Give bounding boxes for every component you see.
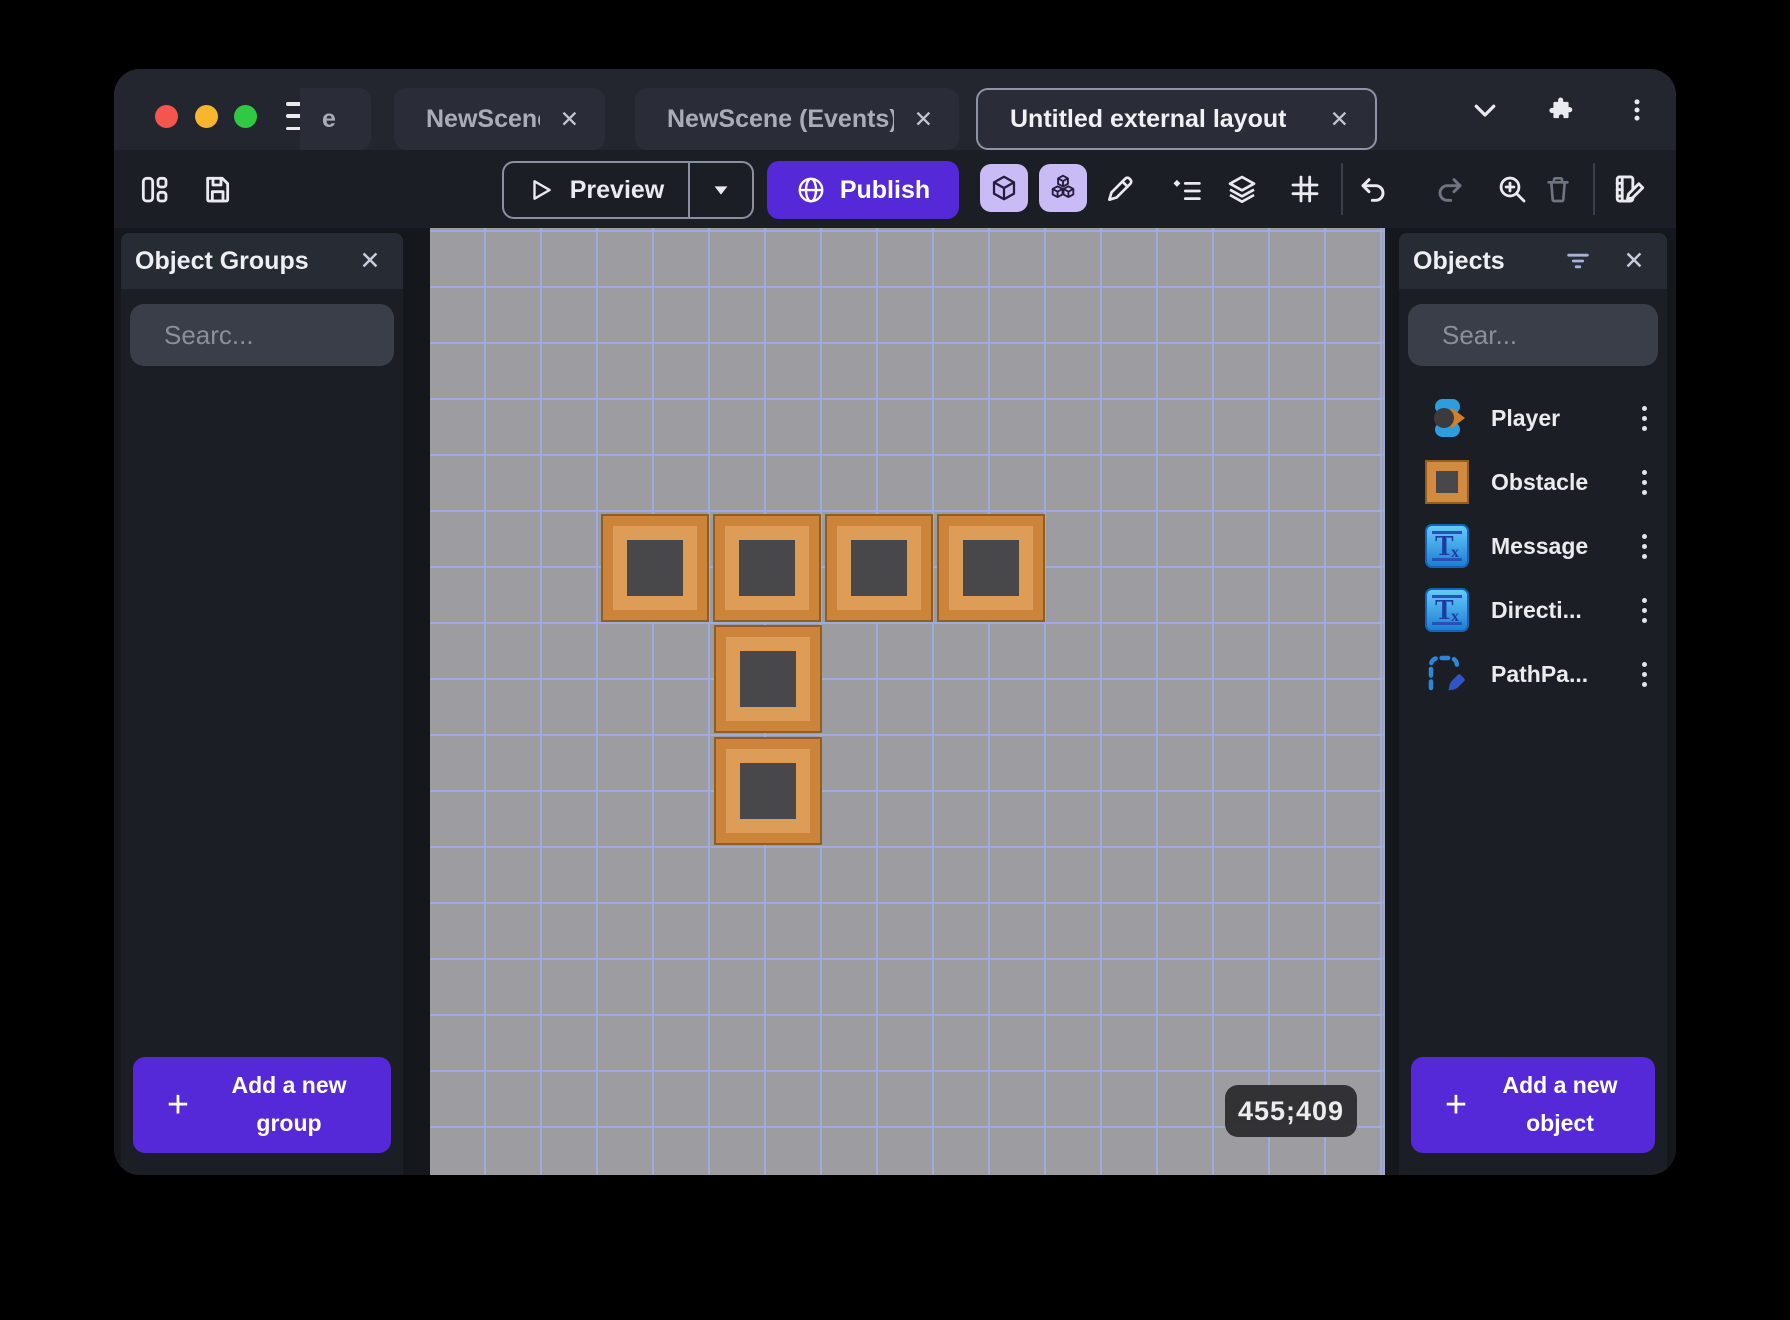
close-icon[interactable]: ✕ bbox=[1310, 106, 1375, 133]
instances-list-icon[interactable] bbox=[1169, 172, 1203, 206]
trash-icon[interactable] bbox=[1541, 172, 1575, 206]
object-name: Obstacle bbox=[1491, 468, 1589, 495]
objects-panel: Objects ✕ Player bbox=[1399, 233, 1667, 1175]
publish-button[interactable]: Publish bbox=[767, 161, 959, 219]
tab-untitled-external-layout[interactable]: Untitled external layout ✕ bbox=[976, 88, 1377, 150]
close-icon[interactable]: ✕ bbox=[540, 106, 605, 133]
text-object-icon: Tx bbox=[1425, 588, 1469, 632]
app-window: e NewScene ✕ NewScene (Events) ✕ Untitle… bbox=[114, 69, 1676, 1175]
cursor-coordinates-badge: 455;409 bbox=[1225, 1085, 1357, 1137]
plus-icon: + bbox=[1444, 1083, 1468, 1126]
cube-3d-icon bbox=[992, 175, 1016, 201]
object-groups-search[interactable] bbox=[130, 304, 403, 366]
redo-icon[interactable] bbox=[1433, 172, 1467, 206]
tab-newscene[interactable]: NewScene ✕ bbox=[394, 88, 605, 150]
canvas[interactable]: 455;409 bbox=[430, 228, 1385, 1175]
obstacle-icon bbox=[1425, 460, 1469, 504]
object-row-pathpaint[interactable]: PathPa... bbox=[1399, 642, 1667, 706]
more-menu-icon[interactable] bbox=[1620, 93, 1654, 127]
preview-dropdown-button[interactable] bbox=[690, 163, 752, 217]
object-menu-icon[interactable] bbox=[1636, 400, 1653, 437]
workspace: Object Groups ✕ + Add a new group 455;40… bbox=[114, 228, 1676, 1175]
object-row-message[interactable]: Tx Message bbox=[1399, 514, 1667, 578]
undo-icon[interactable] bbox=[1356, 172, 1390, 206]
instances-editor-button[interactable] bbox=[1039, 164, 1087, 212]
window-close-button[interactable] bbox=[155, 105, 178, 128]
objects-search[interactable] bbox=[1408, 304, 1667, 366]
tab-label: e bbox=[322, 104, 336, 133]
object-name: PathPa... bbox=[1491, 660, 1589, 687]
path-paint-icon bbox=[1425, 652, 1469, 696]
object-groups-panel: Object Groups ✕ + Add a new group bbox=[121, 233, 403, 1175]
add-object-label: Add a new object bbox=[1502, 1072, 1618, 1137]
save-icon[interactable] bbox=[200, 172, 234, 206]
filter-icon[interactable] bbox=[1563, 246, 1593, 276]
titlebar: e NewScene ✕ NewScene (Events) ✕ Untitle… bbox=[114, 69, 1676, 150]
objects-list: Player Obstacle Tx Message T x Directi..… bbox=[1399, 386, 1667, 706]
globe-icon bbox=[798, 177, 824, 203]
text-object-icon: Tx bbox=[1425, 524, 1469, 568]
tab-label: Untitled external layout bbox=[1010, 104, 1287, 133]
object-row-obstacle[interactable]: Obstacle bbox=[1399, 450, 1667, 514]
panels-layout-icon[interactable] bbox=[137, 172, 171, 206]
edit-scene-events-icon[interactable] bbox=[1613, 172, 1647, 206]
layers-icon[interactable] bbox=[1225, 172, 1259, 206]
panel-title: Object Groups bbox=[135, 246, 309, 275]
object-groups-header: Object Groups ✕ bbox=[121, 233, 403, 289]
object-menu-icon[interactable] bbox=[1636, 592, 1653, 629]
close-icon[interactable]: ✕ bbox=[1619, 246, 1649, 276]
svg-text:x: x bbox=[1451, 608, 1459, 625]
object-name: Player bbox=[1491, 404, 1561, 431]
obstacle-instance[interactable] bbox=[825, 514, 933, 622]
obstacle-instance[interactable] bbox=[714, 625, 822, 733]
preview-label: Preview bbox=[569, 175, 665, 204]
panel-title: Objects bbox=[1413, 246, 1505, 275]
publish-label: Publish bbox=[839, 175, 931, 204]
window-zoom-button[interactable] bbox=[234, 105, 257, 128]
object-name: Directi... bbox=[1491, 596, 1582, 623]
object-menu-icon[interactable] bbox=[1636, 464, 1653, 501]
extensions-puzzle-icon[interactable] bbox=[1544, 93, 1578, 127]
close-icon[interactable]: ✕ bbox=[894, 106, 959, 133]
plus-icon: + bbox=[166, 1083, 190, 1126]
object-row-player[interactable]: Player bbox=[1399, 386, 1667, 450]
obstacle-instance[interactable] bbox=[937, 514, 1045, 622]
divider bbox=[1341, 163, 1343, 215]
toolbar: Preview Publish bbox=[114, 150, 1676, 228]
player-icon bbox=[1425, 396, 1469, 440]
play-icon bbox=[533, 180, 551, 200]
obstacle-instance[interactable] bbox=[601, 514, 709, 622]
add-group-button[interactable]: + Add a new group bbox=[133, 1057, 391, 1153]
obstacle-instance[interactable] bbox=[714, 737, 822, 845]
cubes-icon bbox=[1051, 174, 1075, 199]
zoom-in-icon[interactable] bbox=[1495, 172, 1529, 206]
add-object-button[interactable]: + Add a new object bbox=[1411, 1057, 1655, 1153]
toggle-3d-view-button[interactable] bbox=[980, 164, 1028, 212]
tab-newscene-events[interactable]: NewScene (Events) ✕ bbox=[635, 88, 959, 150]
caret-down-icon bbox=[714, 186, 728, 195]
objects-header: Objects ✕ bbox=[1399, 233, 1667, 289]
svg-text:x: x bbox=[1451, 544, 1459, 561]
window-minimize-button[interactable] bbox=[195, 105, 218, 128]
grid-icon[interactable] bbox=[1288, 172, 1322, 206]
pencil-edit-icon[interactable] bbox=[1103, 172, 1137, 206]
chevron-down-icon[interactable] bbox=[1468, 93, 1502, 127]
close-icon[interactable]: ✕ bbox=[355, 246, 385, 276]
obstacle-instance[interactable] bbox=[713, 514, 821, 622]
add-group-label: Add a new group bbox=[231, 1072, 347, 1137]
divider bbox=[1593, 163, 1595, 215]
tab-clipped[interactable]: e bbox=[300, 88, 371, 150]
search-input[interactable] bbox=[164, 319, 403, 351]
object-row-direction[interactable]: Tx Directi... bbox=[1399, 578, 1667, 642]
object-menu-icon[interactable] bbox=[1636, 528, 1653, 565]
object-menu-icon[interactable] bbox=[1636, 656, 1653, 693]
tab-label: NewScene bbox=[426, 104, 540, 133]
search-input[interactable] bbox=[1442, 319, 1667, 351]
tab-label: NewScene (Events) bbox=[667, 104, 894, 133]
preview-button[interactable]: Preview bbox=[502, 161, 754, 219]
object-name: Message bbox=[1491, 532, 1589, 559]
